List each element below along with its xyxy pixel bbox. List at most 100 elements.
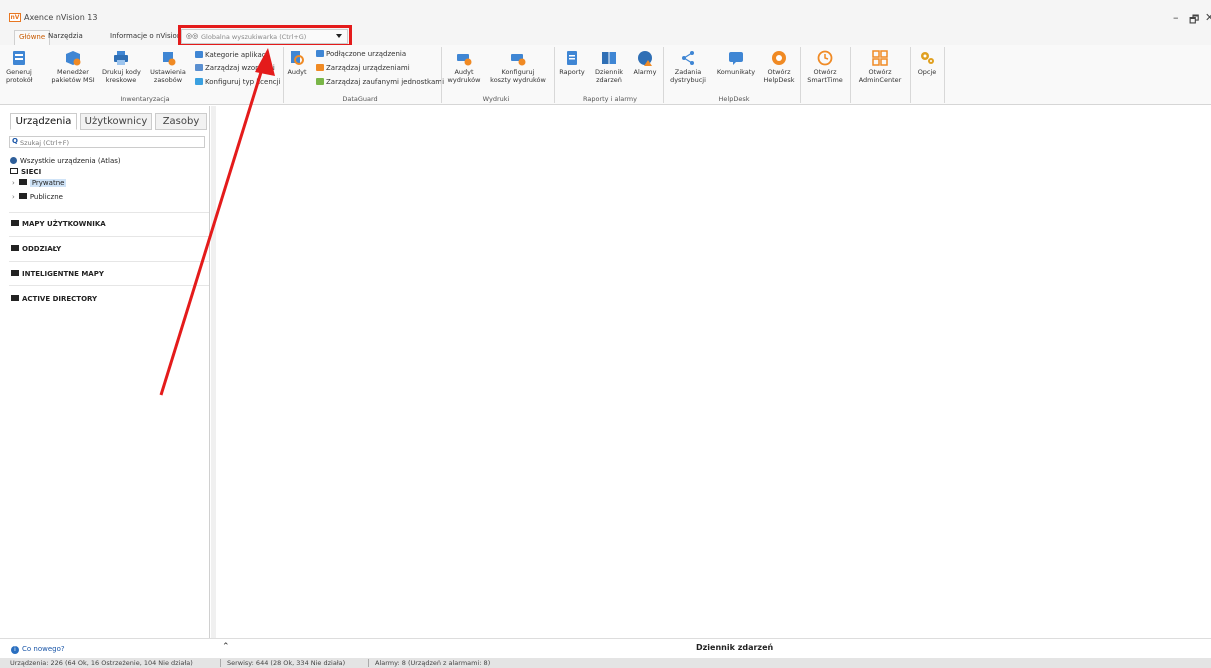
trusted-icon xyxy=(316,78,324,85)
clipboard-icon xyxy=(567,51,577,65)
alarm-icon xyxy=(638,51,652,66)
print-audit-button[interactable]: Audyt wydruków xyxy=(445,50,483,84)
assets-settings-icon xyxy=(163,52,176,66)
smarttime-icon xyxy=(817,50,833,66)
info-icon: i xyxy=(11,646,19,654)
highlight-box xyxy=(178,25,352,47)
minimize-button[interactable]: – xyxy=(1173,11,1179,24)
package-icon xyxy=(66,51,81,66)
app-categories-button[interactable]: Kategorie aplikacji xyxy=(195,51,269,60)
alarms-button[interactable]: Alarmy xyxy=(631,50,659,76)
generate-report-button[interactable]: Generuj protokół xyxy=(6,50,33,84)
group-label-inventory: Inwentaryzacja xyxy=(120,95,170,103)
chevron-right-icon: › xyxy=(12,179,15,187)
folder-open-icon xyxy=(10,168,18,174)
app-window: nV Axence nVision 13 – 🗗 ✕ Główne Narzęd… xyxy=(0,0,1211,668)
tree-public[interactable]: › Publiczne xyxy=(12,193,63,201)
tab-devices[interactable]: Urządzenia xyxy=(10,113,77,130)
tab-informacje[interactable]: Informacje o nVision xyxy=(106,30,185,45)
section-smart-maps[interactable]: INTELIGENTNE MAPY xyxy=(11,270,104,278)
folder-icon xyxy=(11,220,19,226)
manage-devices-icon xyxy=(316,64,324,71)
folder-icon xyxy=(11,270,19,276)
status-separator xyxy=(220,659,221,667)
app-title: Axence nVision 13 xyxy=(24,13,98,22)
title-bar xyxy=(0,0,1211,28)
folder-icon xyxy=(11,295,19,301)
tab-users[interactable]: Użytkownicy xyxy=(80,113,152,130)
globe-icon xyxy=(10,157,17,164)
tab-assets[interactable]: Zasoby xyxy=(155,113,207,130)
chevron-right-icon: › xyxy=(12,193,15,201)
section-divider xyxy=(9,212,209,213)
ribbon-separator xyxy=(554,47,555,103)
open-helpdesk-button[interactable]: Otwórz HelpDesk xyxy=(762,50,796,84)
asset-settings-button[interactable]: Ustawienia zasobów xyxy=(150,50,186,84)
printer-icon xyxy=(114,51,128,65)
close-button[interactable]: ✕ xyxy=(1205,11,1211,24)
configure-print-costs-button[interactable]: Konfiguruj koszty wydruków xyxy=(487,50,549,84)
distribution-icon xyxy=(682,51,694,65)
ribbon-separator xyxy=(910,47,911,103)
status-services[interactable]: Serwisy: 644 (28 Ok, 334 Nie działa) xyxy=(227,659,345,667)
main-content-area xyxy=(216,106,1211,638)
status-devices[interactable]: Urządzenia: 226 (64 Ok, 16 Ostrzeżenie, … xyxy=(10,659,193,667)
messages-button[interactable]: Komunikaty xyxy=(714,50,758,76)
categories-icon xyxy=(195,51,203,58)
status-alarms[interactable]: Alarmy: 8 (Urządzeń z alarmami: 8) xyxy=(375,659,490,667)
admincenter-icon xyxy=(872,50,888,66)
folder-icon xyxy=(11,245,19,251)
license-type-button[interactable]: Konfiguruj typ licencji xyxy=(195,78,281,87)
book-icon xyxy=(602,52,616,64)
group-label-dataguard: DataGuard xyxy=(342,95,378,103)
tree-networks[interactable]: SIECI xyxy=(10,168,41,176)
ribbon-separator xyxy=(283,47,284,103)
audit-icon xyxy=(291,51,304,65)
message-icon xyxy=(729,52,743,65)
section-divider xyxy=(9,261,209,262)
section-active-directory[interactable]: ACTIVE DIRECTORY xyxy=(11,295,97,303)
print-barcodes-button[interactable]: Drukuj kody kreskowe xyxy=(102,50,141,84)
group-label-reports: Raporty i alarmy xyxy=(583,95,637,103)
lifebuoy-icon xyxy=(772,51,786,65)
ribbon-separator xyxy=(441,47,442,103)
whats-new-link[interactable]: i Co nowego? xyxy=(11,645,65,654)
tree-all-devices[interactable]: Wszystkie urządzenia (Atlas) xyxy=(10,157,121,165)
msi-package-manager-button[interactable]: Menedżer pakietów MSI xyxy=(50,50,96,84)
event-log-button[interactable]: Dziennik zdarzeń xyxy=(590,50,628,84)
app-logo: nV xyxy=(9,13,21,22)
tree-private[interactable]: › Prywatne xyxy=(12,179,67,187)
connected-devices-button[interactable]: Podłączone urządzenia xyxy=(316,50,406,59)
open-admincenter-button[interactable]: Otwórz AdminCenter xyxy=(855,50,905,84)
tab-narzedzia[interactable]: Narzędzia xyxy=(44,30,87,45)
ribbon-separator xyxy=(800,47,801,103)
folder-icon xyxy=(18,193,27,199)
search-icon: Q xyxy=(12,137,18,145)
bottom-bar xyxy=(0,638,1211,658)
print-cost-icon xyxy=(511,54,526,66)
section-divider xyxy=(9,236,209,237)
section-divider xyxy=(9,285,209,286)
audit-button[interactable]: Audyt xyxy=(286,50,308,76)
distribution-tasks-button[interactable]: Zadania dystrybucji xyxy=(667,50,709,84)
manage-patterns-button[interactable]: Zarządzaj wzorcami xyxy=(195,64,275,73)
trusted-units-button[interactable]: Zarządzaj zaufanymi jednostkami xyxy=(316,78,444,87)
reports-button[interactable]: Raporty xyxy=(557,50,587,76)
event-log-panel-title[interactable]: Dziennik zdarzeń xyxy=(696,643,773,652)
group-label-helpdesk: HelpDesk xyxy=(718,95,750,103)
gears-icon xyxy=(921,52,934,64)
ribbon-separator xyxy=(663,47,664,103)
devices-icon xyxy=(316,50,324,57)
expand-panel-button[interactable]: ⌃ xyxy=(222,642,230,652)
open-smarttime-button[interactable]: Otwórz SmartTime xyxy=(805,50,845,84)
options-button[interactable]: Opcje xyxy=(914,50,940,76)
license-icon xyxy=(195,78,203,85)
report-icon xyxy=(13,51,25,65)
manage-devices-button[interactable]: Zarządzaj urządzeniami xyxy=(316,64,410,73)
section-user-maps[interactable]: MAPY UŻYTKOWNIKA xyxy=(11,220,106,228)
patterns-icon xyxy=(195,64,203,71)
sidebar-search-input[interactable]: Q Szukaj (Ctrl+F) xyxy=(9,136,205,148)
section-branches[interactable]: ODDZIAŁY xyxy=(11,245,61,253)
ribbon-separator xyxy=(944,47,945,103)
group-label-prints: Wydruki xyxy=(482,95,510,103)
